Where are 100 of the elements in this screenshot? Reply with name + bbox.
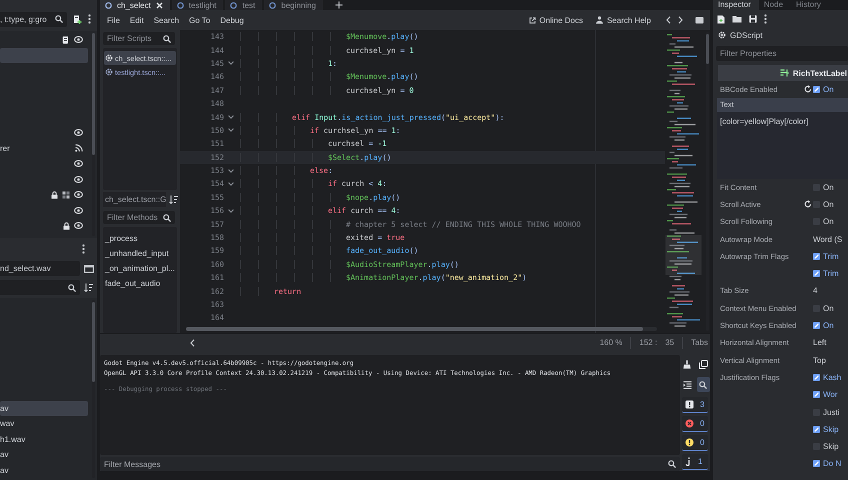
checkbox-label[interactable]: Wor bbox=[823, 390, 838, 400]
search-icon[interactable] bbox=[699, 380, 707, 388]
checkbox-label[interactable]: Skip bbox=[823, 424, 839, 434]
checkbox-label[interactable]: Trim bbox=[823, 269, 839, 278]
inspector-tab[interactable]: History bbox=[791, 0, 829, 10]
menu-item[interactable]: Debug bbox=[216, 14, 248, 26]
script-filter-field[interactable]: Filter Scripts bbox=[103, 32, 175, 45]
search-icon[interactable] bbox=[163, 34, 171, 42]
method-item[interactable]: _unhandled_input bbox=[104, 246, 176, 261]
search-icon[interactable] bbox=[68, 284, 76, 292]
inspector-tab[interactable]: Inspector bbox=[713, 0, 759, 10]
sort-icon[interactable] bbox=[169, 195, 178, 204]
eye-icon[interactable] bbox=[74, 222, 83, 230]
property-value[interactable]: Top bbox=[813, 356, 826, 365]
search-icon[interactable] bbox=[163, 214, 171, 222]
save-icon[interactable] bbox=[749, 15, 757, 23]
checkbox[interactable] bbox=[813, 391, 820, 398]
help-link[interactable]: Online Docs bbox=[524, 14, 588, 26]
method-item[interactable]: _on_animation_pl... bbox=[104, 261, 176, 276]
property-value[interactable]: Word (S bbox=[813, 234, 842, 244]
editor-tab[interactable]: test bbox=[225, 0, 262, 10]
path-field[interactable]: nd_select.wav bbox=[0, 261, 80, 276]
scene-filter-field[interactable]: , t:type, g:gro bbox=[0, 12, 67, 26]
add-tab-icon[interactable] bbox=[334, 1, 343, 9]
close-icon[interactable] bbox=[156, 2, 163, 8]
reload-icon[interactable] bbox=[804, 85, 812, 94]
search-icon[interactable] bbox=[55, 15, 63, 23]
checkbox[interactable] bbox=[813, 460, 820, 468]
message-counter[interactable]: 0 bbox=[682, 435, 708, 451]
editor-tab[interactable]: ch_select bbox=[100, 0, 170, 10]
help-link[interactable]: Search Help bbox=[590, 14, 656, 26]
group-icon[interactable] bbox=[62, 190, 70, 199]
forward-icon[interactable] bbox=[678, 16, 683, 24]
method-item[interactable]: _process bbox=[104, 231, 176, 246]
menu-item[interactable]: File bbox=[103, 14, 124, 26]
method-filter-field[interactable]: Filter Methods bbox=[103, 211, 175, 224]
checkbox-label[interactable]: On bbox=[823, 84, 834, 94]
scrollbar[interactable] bbox=[92, 300, 95, 478]
indent-mode[interactable]: Tabs bbox=[691, 338, 708, 347]
eye-icon[interactable] bbox=[74, 206, 83, 214]
message-counter[interactable]: 3 bbox=[682, 397, 708, 413]
scrollbar[interactable] bbox=[92, 33, 95, 236]
message-counter[interactable]: 1 bbox=[682, 454, 708, 470]
property-filter-field[interactable]: Filter Properties bbox=[716, 46, 848, 61]
zoom-level[interactable]: 160 % bbox=[600, 338, 622, 347]
lock-icon[interactable] bbox=[51, 190, 58, 199]
new-resource-icon[interactable] bbox=[717, 14, 725, 24]
eye-icon[interactable] bbox=[74, 129, 83, 136]
editor-tab[interactable]: beginning bbox=[264, 0, 323, 10]
back-icon[interactable] bbox=[190, 338, 194, 346]
checkbox[interactable] bbox=[813, 374, 820, 381]
add-script-icon[interactable] bbox=[73, 14, 82, 24]
window-icon[interactable] bbox=[84, 264, 94, 272]
kebab-menu-icon[interactable] bbox=[88, 14, 91, 24]
file-filter-field[interactable] bbox=[0, 280, 80, 295]
menu-item[interactable]: Search bbox=[150, 14, 184, 26]
sort-icon[interactable] bbox=[84, 283, 93, 292]
checkbox[interactable] bbox=[813, 270, 820, 278]
scrollbar[interactable] bbox=[186, 327, 657, 331]
inspector-tab[interactable]: Node bbox=[758, 0, 792, 10]
property-value[interactable]: Left bbox=[813, 338, 826, 348]
search-icon[interactable] bbox=[668, 460, 676, 468]
checkbox[interactable] bbox=[813, 252, 820, 260]
checkbox-label[interactable]: On bbox=[823, 304, 834, 313]
message-filter-field[interactable]: Filter Messages bbox=[100, 457, 680, 471]
filesystem-entry[interactable]: h1.wav bbox=[0, 432, 91, 447]
message-counter[interactable]: 0 bbox=[682, 416, 708, 432]
method-item[interactable]: fade_out_audio bbox=[104, 276, 176, 291]
script-icon[interactable] bbox=[62, 36, 70, 44]
checkbox-label[interactable]: Trim bbox=[823, 252, 839, 261]
collapse-lines-icon[interactable] bbox=[682, 380, 692, 388]
node-label[interactable]: rer bbox=[0, 144, 75, 153]
filesystem-entry[interactable]: wav bbox=[0, 416, 91, 432]
copy-output-button[interactable] bbox=[696, 357, 710, 372]
class-header[interactable]: RichTextLabel bbox=[718, 65, 848, 81]
eye-icon[interactable] bbox=[74, 191, 83, 198]
editor-tab[interactable]: testlight bbox=[172, 0, 224, 10]
eye-icon[interactable] bbox=[74, 160, 83, 168]
filesystem-entry[interactable]: av bbox=[0, 400, 88, 416]
kebab-menu-icon[interactable] bbox=[82, 244, 85, 254]
property-value[interactable]: 4 bbox=[813, 286, 818, 296]
checkbox-label[interactable]: On bbox=[823, 321, 834, 330]
checkbox[interactable] bbox=[813, 86, 820, 93]
checkbox[interactable] bbox=[813, 322, 820, 330]
menu-item[interactable]: Go To bbox=[185, 14, 214, 26]
kebab-menu-icon[interactable] bbox=[764, 14, 767, 24]
eye-icon[interactable] bbox=[74, 36, 83, 44]
checkbox-label[interactable]: On bbox=[823, 200, 834, 209]
broom-icon[interactable] bbox=[683, 360, 691, 369]
filesystem-entry[interactable]: av bbox=[0, 447, 91, 462]
back-icon[interactable] bbox=[666, 16, 671, 24]
copy-icon[interactable] bbox=[698, 360, 708, 369]
signal-icon[interactable] bbox=[75, 144, 83, 152]
search-button[interactable] bbox=[696, 377, 710, 392]
checkbox-label[interactable]: Kash bbox=[823, 372, 842, 382]
eye-icon[interactable] bbox=[74, 176, 83, 183]
checkbox-label[interactable]: On bbox=[823, 217, 834, 226]
lock-icon[interactable] bbox=[63, 222, 70, 230]
folder-icon[interactable] bbox=[732, 15, 742, 23]
checkbox-label[interactable]: Justi bbox=[823, 408, 840, 416]
